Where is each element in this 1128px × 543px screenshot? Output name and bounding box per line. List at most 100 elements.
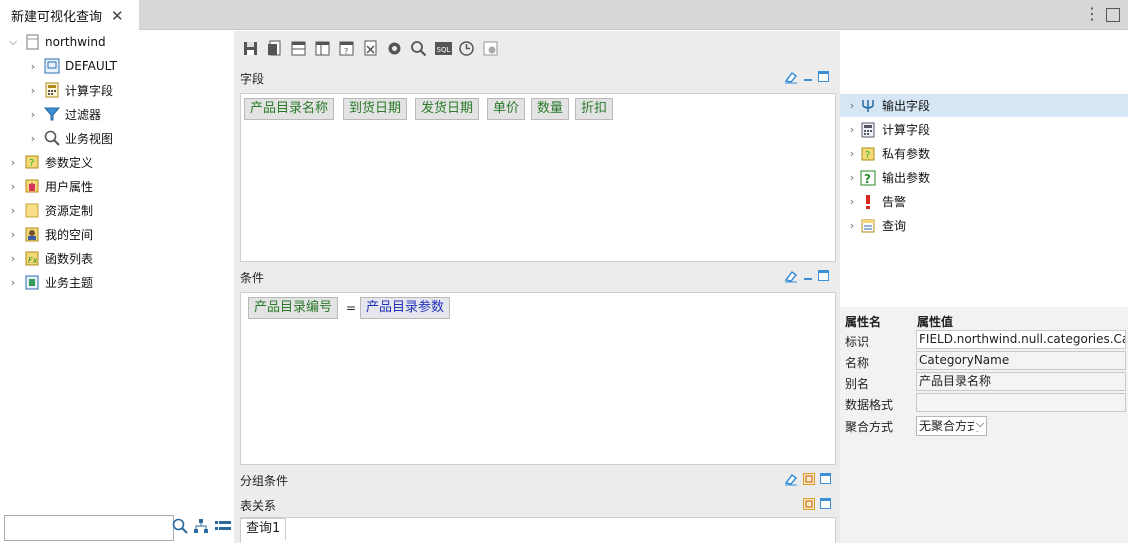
right-tree-calculated-fields[interactable]: › 计算字段 (840, 118, 1128, 141)
app-window: 新建可视化查询 ✕ ⋮ ⌵ northwind › DEFAULT › 计算字段… (0, 0, 1128, 543)
property-key: 聚合方式 (845, 420, 894, 434)
property-key: 数据格式 (845, 398, 894, 412)
tab-title: 新建可视化查询 (11, 10, 103, 25)
gear-icon[interactable] (386, 40, 403, 57)
right-tree-query[interactable]: › 查询 (840, 214, 1128, 237)
layout-icon[interactable] (314, 40, 331, 57)
sql-icon[interactable]: SQL (434, 40, 452, 57)
property-value-alias[interactable]: 产品目录名称 (916, 372, 1126, 391)
property-name-header: 属性名 (845, 315, 882, 329)
chevron-right-icon[interactable]: › (26, 60, 40, 73)
chevron-right-icon[interactable]: › (840, 147, 860, 160)
maximize-icon[interactable] (818, 270, 829, 284)
restore-icon[interactable] (803, 497, 815, 513)
table-view-icon[interactable] (290, 40, 307, 57)
chevron-right-icon[interactable]: › (6, 180, 20, 193)
maximize-icon[interactable] (1106, 8, 1120, 22)
tree-node-parameters[interactable]: › ? 参数定义 (6, 151, 93, 173)
search-icon[interactable] (410, 40, 427, 57)
chevron-down-icon[interactable]: ⌵ (974, 417, 987, 431)
tree-structure-icon[interactable] (193, 518, 209, 537)
right-tree-private-params[interactable]: › ? 私有参数 (840, 142, 1128, 165)
eraser-icon[interactable] (784, 472, 798, 489)
condition-operator[interactable]: = (346, 301, 356, 315)
chevron-right-icon[interactable]: › (6, 252, 20, 265)
close-icon[interactable]: ✕ (111, 7, 124, 25)
tree-node-business-theme[interactable]: › 业务主题 (6, 271, 93, 293)
tree-node-my-space[interactable]: › 我的空间 (6, 223, 93, 245)
save-icon[interactable] (242, 40, 259, 57)
export-icon[interactable] (362, 40, 379, 57)
chevron-right-icon[interactable]: › (840, 171, 860, 184)
save-as-icon[interactable] (266, 40, 283, 57)
chevron-right-icon[interactable]: › (26, 132, 40, 145)
chevron-right-icon[interactable]: › (6, 276, 20, 289)
business-theme-icon (24, 274, 40, 290)
chevron-right-icon[interactable]: › (26, 84, 40, 97)
condition-parameter-chip[interactable]: 产品目录参数 (360, 297, 451, 319)
restore-icon[interactable] (803, 472, 815, 488)
tab-query1[interactable]: 查询1 (240, 518, 287, 540)
condition-field-chip[interactable]: 产品目录编号 (248, 297, 339, 319)
chevron-right-icon[interactable]: › (6, 156, 20, 169)
fields-panel[interactable]: 产品目录名称 到货日期 发货日期 单价 数量 折扣 (240, 93, 836, 262)
field-chip[interactable]: 数量 (531, 98, 570, 120)
field-chip[interactable]: 到货日期 (343, 98, 408, 120)
properties-panel: › 输出字段 › 计算字段 › ? 私有参数 › ? 输出参数 › 告警 › 查… (840, 31, 1128, 543)
conditions-section-tools (784, 269, 829, 285)
eraser-icon[interactable] (784, 70, 798, 87)
svg-text:?: ? (864, 172, 871, 186)
alert-icon (860, 194, 876, 210)
maximize-icon[interactable] (820, 473, 831, 487)
conditions-panel[interactable]: 产品目录编号 = 产品目录参数 (240, 292, 836, 465)
tree-search-input[interactable] (4, 515, 174, 541)
chevron-right-icon[interactable]: › (840, 99, 860, 112)
tree-label: 告警 (882, 195, 907, 209)
field-chip[interactable]: 单价 (487, 98, 526, 120)
chevron-right-icon[interactable]: › (26, 108, 40, 121)
field-chip[interactable]: 发货日期 (415, 98, 480, 120)
parameter-tool-icon[interactable]: ? (338, 40, 355, 57)
hand-icon (24, 178, 40, 194)
chevron-right-icon[interactable]: › (840, 123, 860, 136)
tree-node-user-attributes[interactable]: › 用户属性 (6, 175, 93, 197)
list-view-icon[interactable] (214, 518, 232, 537)
maximize-icon[interactable] (820, 498, 831, 512)
property-row-name: 名称 CategoryName (840, 351, 1128, 372)
property-value-name[interactable]: CategoryName (916, 351, 1126, 370)
tree-node-function-list[interactable]: › Fx 函数列表 (6, 247, 93, 269)
right-tree-output-fields[interactable]: › 输出字段 (840, 94, 1128, 117)
property-key: 别名 (845, 377, 870, 391)
chevron-right-icon[interactable]: › (840, 195, 860, 208)
minimize-icon[interactable] (803, 270, 813, 284)
tree-node-resource-custom[interactable]: › 资源定制 (6, 199, 93, 221)
property-value-format[interactable] (916, 393, 1126, 412)
tab-new-visual-query[interactable]: 新建可视化查询 ✕ (0, 0, 139, 31)
chevron-right-icon[interactable]: › (840, 219, 860, 232)
cache-settings-icon[interactable] (482, 40, 499, 57)
tree-node-northwind[interactable]: ⌵ northwind (6, 31, 106, 53)
eraser-icon[interactable] (784, 269, 798, 286)
maximize-icon[interactable] (818, 71, 829, 85)
field-chip[interactable]: 折扣 (575, 98, 614, 120)
more-menu-icon[interactable]: ⋮ (1084, 5, 1100, 23)
right-tree-alarm[interactable]: › 告警 (840, 190, 1128, 213)
tree-node-filters[interactable]: › 过滤器 (26, 103, 101, 125)
field-chip[interactable]: 产品目录名称 (244, 98, 335, 120)
relations-panel (240, 517, 836, 543)
chevron-right-icon[interactable]: › (6, 204, 20, 217)
property-value-id[interactable]: FIELD.northwind.null.categories.Category… (916, 330, 1126, 349)
minimize-icon[interactable] (803, 71, 813, 85)
search-icon[interactable] (172, 518, 188, 537)
tree-node-business-view[interactable]: › 业务视图 (26, 127, 113, 149)
clock-icon[interactable] (458, 40, 475, 57)
property-key: 标识 (845, 335, 870, 349)
tree-node-default[interactable]: › DEFAULT (26, 55, 117, 77)
chevron-down-icon[interactable]: ⌵ (6, 35, 20, 49)
tree-node-calculated-fields[interactable]: › 计算字段 (26, 79, 113, 101)
right-tree-output-params[interactable]: › ? 输出参数 (840, 166, 1128, 189)
chevron-right-icon[interactable]: › (6, 228, 20, 241)
tree-label: northwind (45, 35, 106, 49)
calculator-icon (860, 122, 876, 138)
tree-label: 资源定制 (45, 203, 94, 218)
